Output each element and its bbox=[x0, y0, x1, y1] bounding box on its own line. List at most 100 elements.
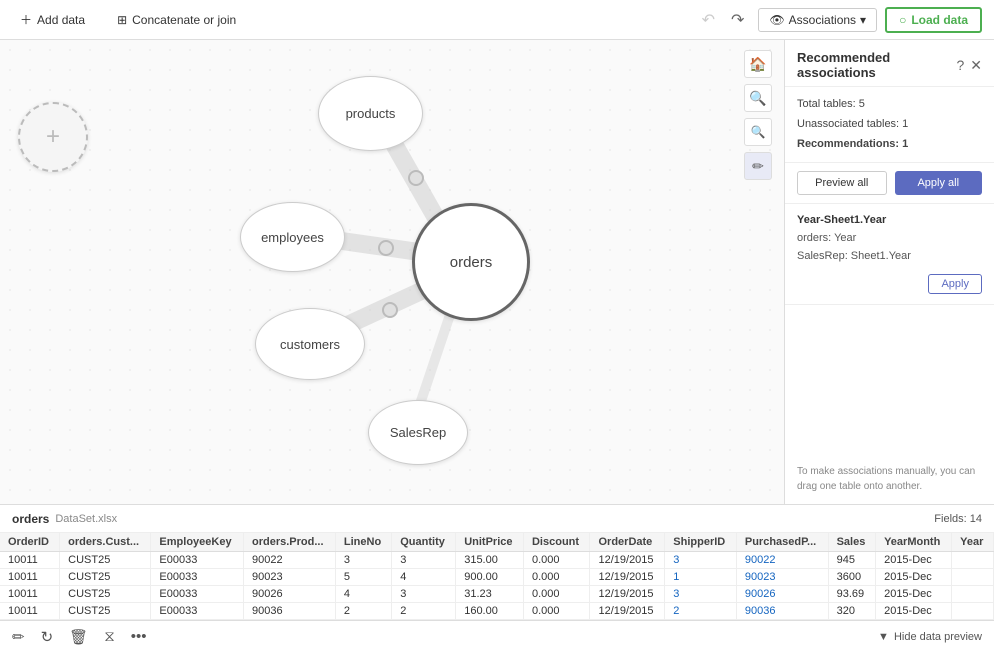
fields-count: Fields: 14 bbox=[934, 513, 982, 525]
close-side-panel-button[interactable]: ✕ bbox=[970, 57, 982, 74]
table-cell: 12/19/2015 bbox=[590, 586, 665, 603]
total-tables-stat: Total tables: 5 bbox=[797, 95, 982, 115]
zoom-out-button[interactable]: 🔍 bbox=[744, 118, 772, 146]
table-cell: CUST25 bbox=[60, 603, 151, 620]
table-cell: 320 bbox=[828, 603, 875, 620]
table-cell: 3600 bbox=[828, 569, 875, 586]
add-data-button[interactable]: ＋ Add data bbox=[12, 7, 93, 32]
circle-icon: ○ bbox=[899, 13, 906, 27]
customers-node[interactable]: customers bbox=[255, 308, 365, 380]
home-tool-button[interactable]: 🏠 bbox=[744, 50, 772, 78]
data-table-wrapper[interactable]: OrderIDorders.Cust...EmployeeKeyorders.P… bbox=[0, 533, 994, 620]
table-cell[interactable]: 1 bbox=[665, 569, 737, 586]
bottom-toolbar: ✏ ↻ 🗑 ⧖ ••• ▼ Hide data preview bbox=[0, 620, 994, 652]
table-cell[interactable]: 90026 bbox=[736, 586, 828, 603]
column-header: orders.Prod... bbox=[243, 533, 335, 552]
table-cell: 0.000 bbox=[523, 603, 590, 620]
hide-panel-button[interactable]: ▼ Hide data preview bbox=[878, 631, 982, 643]
table-cell: 93.69 bbox=[828, 586, 875, 603]
table-cell: 3 bbox=[392, 552, 456, 569]
side-panel-action-buttons: Preview all Apply all bbox=[785, 163, 994, 204]
toolbar-right-group: ↶ ↷ 👁 Associations ▾ ○ Load data bbox=[696, 7, 982, 33]
table-cell[interactable]: 90023 bbox=[736, 569, 828, 586]
table-row: 10011CUST25E000339003622160.000.00012/19… bbox=[0, 603, 994, 620]
delete-tool-button[interactable]: 🗑 bbox=[69, 628, 88, 646]
table-cell: 2015-Dec bbox=[876, 586, 952, 603]
table-row: 10011CUST25E000339002354900.000.00012/19… bbox=[0, 569, 994, 586]
zoom-in-button[interactable]: 🔍 bbox=[744, 84, 772, 112]
column-header: Discount bbox=[523, 533, 590, 552]
recommendations-stat: Recommendations: 1 bbox=[797, 135, 982, 155]
table-cell: 3 bbox=[335, 552, 391, 569]
filter-tool-button[interactable]: ⧖ bbox=[104, 628, 115, 646]
refresh-tool-button[interactable]: ↻ bbox=[41, 628, 54, 646]
rec-apply-button[interactable]: Apply bbox=[928, 274, 982, 294]
table-cell[interactable]: 90036 bbox=[736, 603, 828, 620]
load-data-button[interactable]: ○ Load data bbox=[885, 7, 982, 33]
side-panel-title: Recommended associations bbox=[797, 50, 956, 80]
data-table-body: 10011CUST25E000339002233315.000.00012/19… bbox=[0, 552, 994, 621]
column-header: OrderID bbox=[0, 533, 60, 552]
table-cell: 90036 bbox=[243, 603, 335, 620]
column-header: ShipperID bbox=[665, 533, 737, 552]
rec-title: Year-Sheet1.Year bbox=[797, 214, 982, 226]
table-cell: 10011 bbox=[0, 569, 60, 586]
add-node[interactable]: + bbox=[18, 102, 88, 172]
table-cell: 4 bbox=[335, 586, 391, 603]
table-cell: 945 bbox=[828, 552, 875, 569]
concatenate-icon: ⊞ bbox=[117, 13, 127, 27]
column-header: Quantity bbox=[392, 533, 456, 552]
column-header: PurchasedP... bbox=[736, 533, 828, 552]
table-cell: E00033 bbox=[151, 586, 244, 603]
table-cell bbox=[952, 603, 994, 620]
canvas-area[interactable]: + products employees orders customers Sa… bbox=[0, 40, 784, 504]
help-button[interactable]: ? bbox=[956, 57, 964, 74]
associations-button[interactable]: 👁 Associations ▾ bbox=[758, 8, 877, 32]
table-cell[interactable]: 3 bbox=[665, 552, 737, 569]
table-cell: 0.000 bbox=[523, 586, 590, 603]
column-header: YearMonth bbox=[876, 533, 952, 552]
column-header: orders.Cust... bbox=[60, 533, 151, 552]
table-cell: 2 bbox=[392, 603, 456, 620]
pointer-tool-button[interactable]: ✏ bbox=[744, 152, 772, 180]
data-panel: orders DataSet.xlsx Fields: 14 OrderIDor… bbox=[0, 504, 994, 652]
undo-button[interactable]: ↶ bbox=[696, 8, 721, 32]
data-table: OrderIDorders.Cust...EmployeeKeyorders.P… bbox=[0, 533, 994, 620]
table-cell: 0.000 bbox=[523, 569, 590, 586]
table-cell bbox=[952, 586, 994, 603]
table-cell: 12/19/2015 bbox=[590, 603, 665, 620]
column-header: LineNo bbox=[335, 533, 391, 552]
table-cell[interactable]: 2 bbox=[665, 603, 737, 620]
table-cell: CUST25 bbox=[60, 569, 151, 586]
redo-button[interactable]: ↷ bbox=[725, 8, 750, 32]
rec-detail-line1: orders: Year bbox=[797, 230, 982, 248]
bottom-left-tools: ✏ ↻ 🗑 ⧖ ••• bbox=[12, 628, 147, 646]
chevron-down-icon: ▾ bbox=[860, 13, 866, 27]
table-cell: 12/19/2015 bbox=[590, 569, 665, 586]
table-cell: CUST25 bbox=[60, 586, 151, 603]
table-cell bbox=[952, 552, 994, 569]
table-cell: 0.000 bbox=[523, 552, 590, 569]
concatenate-button[interactable]: ⊞ Concatenate or join bbox=[109, 9, 244, 31]
edit-tool-button[interactable]: ✏ bbox=[12, 628, 25, 646]
table-cell[interactable]: 90022 bbox=[736, 552, 828, 569]
main-toolbar: ＋ Add data ⊞ Concatenate or join ↶ ↷ 👁 A… bbox=[0, 0, 994, 40]
data-panel-title: orders bbox=[12, 512, 49, 526]
more-tool-button[interactable]: ••• bbox=[131, 628, 147, 646]
apply-all-button[interactable]: Apply all bbox=[895, 171, 983, 195]
rec-detail-line2: SalesRep: Sheet1.Year bbox=[797, 248, 982, 266]
connector-dot-customers bbox=[382, 302, 398, 318]
data-table-header: OrderIDorders.Cust...EmployeeKeyorders.P… bbox=[0, 533, 994, 552]
table-cell: 2015-Dec bbox=[876, 552, 952, 569]
unassociated-tables-stat: Unassociated tables: 1 bbox=[797, 115, 982, 135]
table-cell: 160.00 bbox=[456, 603, 524, 620]
table-cell[interactable]: 3 bbox=[665, 586, 737, 603]
preview-all-button[interactable]: Preview all bbox=[797, 171, 887, 195]
salesrep-node[interactable]: SalesRep bbox=[368, 400, 468, 465]
employees-node[interactable]: employees bbox=[240, 202, 345, 272]
plus-icon: ＋ bbox=[20, 11, 32, 28]
table-cell: 90023 bbox=[243, 569, 335, 586]
orders-node[interactable]: orders bbox=[412, 203, 530, 321]
products-node[interactable]: products bbox=[318, 76, 423, 151]
table-cell: 3 bbox=[392, 586, 456, 603]
